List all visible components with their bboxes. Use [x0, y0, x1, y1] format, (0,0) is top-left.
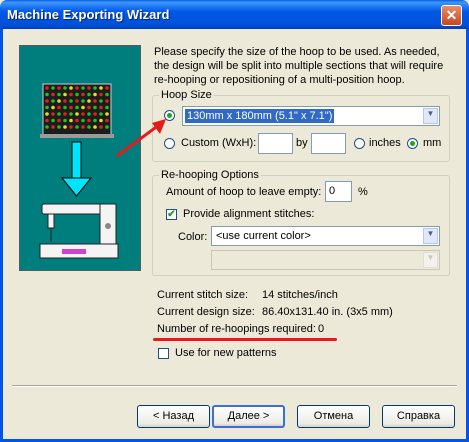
chevron-down-icon: ▼	[423, 252, 438, 268]
design-size-label: Current design size:	[157, 306, 255, 318]
hoop-grid-icon	[40, 83, 114, 138]
red-underline-annotation	[153, 338, 337, 341]
rehoopings-value: 0	[318, 323, 325, 335]
use-for-new-label: Use for new patterns	[175, 347, 277, 359]
red-arrow-annotation	[116, 119, 166, 158]
hoop-size-legend: Hoop Size	[159, 89, 214, 101]
down-arrow-icon	[60, 141, 93, 197]
chevron-down-icon[interactable]: ▼	[423, 228, 438, 244]
close-button[interactable]: ✕	[441, 5, 462, 26]
rehoopings-label: Number of re-hoopings required:	[157, 323, 316, 335]
alignment-checkbox[interactable]: ✔	[166, 209, 177, 220]
inches-label: inches	[369, 137, 401, 149]
rehooping-legend: Re-hooping Options	[159, 169, 261, 181]
custom-height-input[interactable]	[311, 133, 346, 154]
design-size-value: 86.40x131.40 in. (3x5 mm)	[262, 306, 393, 318]
cancel-button[interactable]: Отмена	[297, 405, 370, 428]
stitch-size-value: 14 stitches/inch	[262, 289, 338, 301]
color-label: Color:	[178, 231, 208, 243]
stitch-size-label: Current stitch size:	[157, 289, 249, 301]
use-for-new-checkbox[interactable]	[158, 348, 169, 359]
custom-label: Custom (WxH):	[181, 137, 257, 149]
color-dropdown[interactable]: <use current color> ▼	[211, 226, 440, 246]
hoop-size-dropdown[interactable]: 130mm x 180mm (5.1" x 7.1") ▼	[182, 106, 440, 126]
mm-label: mm	[423, 137, 442, 149]
color-value: <use current color>	[216, 230, 311, 242]
instructions-text: Please specify the size of the hoop to b…	[154, 46, 444, 86]
inches-radio[interactable]	[354, 138, 365, 149]
hoop-size-selected-value: 130mm x 180mm (5.1" x 7.1")	[183, 108, 336, 124]
sewing-machine-icon	[39, 203, 119, 259]
alignment-label: Provide alignment stitches:	[183, 208, 315, 220]
help-button[interactable]: Справка	[382, 405, 455, 428]
next-button[interactable]: Далее >	[212, 405, 285, 428]
chevron-down-icon[interactable]: ▼	[423, 108, 438, 124]
by-label: by	[296, 137, 308, 149]
back-button[interactable]: < Назад	[137, 405, 210, 428]
custom-width-input[interactable]	[258, 133, 293, 154]
mm-radio[interactable]	[407, 138, 418, 149]
percent-label: %	[358, 186, 368, 198]
amount-input[interactable]: 0	[325, 181, 352, 202]
footer-separator	[12, 385, 457, 387]
window-frame-left	[0, 29, 3, 442]
secondary-dropdown-disabled: ▼	[211, 250, 440, 270]
amount-label: Amount of hoop to leave empty:	[166, 186, 322, 198]
window-title: Machine Exporting Wizard	[7, 7, 170, 22]
